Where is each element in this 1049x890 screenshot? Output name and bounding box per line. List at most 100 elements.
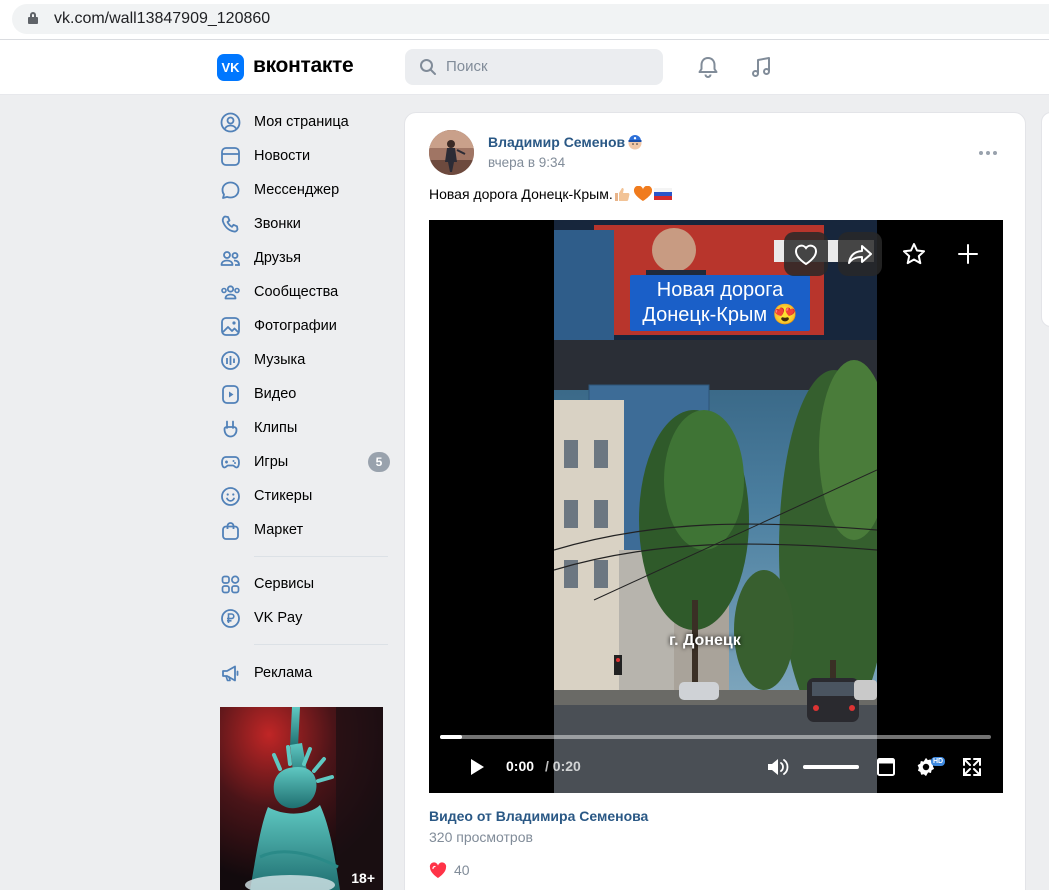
sidebar-item-services[interactable]: Сервисы <box>218 569 390 599</box>
author-avatar[interactable] <box>429 130 474 175</box>
url-text[interactable]: vk.com/wall13847909_120860 <box>54 10 270 28</box>
sidebar-item-communities[interactable]: Сообщества <box>218 277 390 307</box>
sidebar-item-clips[interactable]: Клипы <box>218 413 390 443</box>
video-total-time: / 0:20 <box>545 758 581 774</box>
video-progress-bar[interactable] <box>440 735 991 739</box>
video-icon <box>222 385 239 404</box>
fullscreen-icon[interactable] <box>961 756 983 778</box>
video-title-link[interactable]: Видео от Владимира Семенова <box>429 808 648 824</box>
age-rating-badge: 18+ <box>351 870 375 886</box>
sidebar-item-label: Клипы <box>254 420 298 436</box>
url-field[interactable]: vk.com/wall13847909_120860 <box>12 4 1049 34</box>
sidebar-item-my-page[interactable]: Моя страница <box>218 107 390 137</box>
volume-icon[interactable] <box>765 756 791 778</box>
search-input[interactable]: Поиск <box>405 49 663 85</box>
logo-text[interactable]: вконтакте <box>253 54 354 78</box>
sidebar-item-label: Новости <box>254 148 311 164</box>
favorite-video-button[interactable] <box>892 232 936 276</box>
captain-badge-icon <box>628 135 642 150</box>
sidebar-item-music[interactable]: Музыка <box>218 345 390 375</box>
plus-icon <box>958 244 978 264</box>
like-heart-icon[interactable] <box>429 862 447 879</box>
sidebar-item-label: Реклама <box>254 665 313 681</box>
shopping-bag-icon <box>222 522 239 540</box>
russia-flag-emoji-icon <box>653 188 672 200</box>
communities-icon <box>221 285 240 300</box>
sidebar-divider <box>254 644 388 645</box>
services-grid-icon <box>221 575 240 594</box>
megaphone-icon <box>222 665 239 682</box>
sidebar-item-messenger[interactable]: Мессенджер <box>218 175 390 205</box>
bell-icon[interactable] <box>695 54 721 80</box>
play-icon[interactable] <box>467 756 487 778</box>
sidebar-item-label: VK Pay <box>254 610 303 626</box>
video-caption-overlay: Новая дорога Донецк-Крым 😍 <box>630 275 810 331</box>
sidebar-item-label: Фотографии <box>254 318 337 334</box>
volume-slider-fill <box>803 765 859 769</box>
more-options-icon[interactable] <box>976 143 1000 163</box>
sidebar-item-friends[interactable]: Друзья <box>218 243 390 273</box>
statue-of-liberty-ad-image <box>220 707 383 890</box>
vk-pay-icon <box>221 609 240 628</box>
video-frame[interactable]: Новая дорога Донецк-Крым 😍 г. Донецк <box>554 220 877 793</box>
phone-icon <box>221 215 239 233</box>
video-player[interactable]: Новая дорога Донецк-Крым 😍 г. Донецк 0:0… <box>429 220 1003 793</box>
vk-logo-icon[interactable]: VK <box>217 54 244 81</box>
sidebar-item-stickers[interactable]: Стикеры <box>218 481 390 511</box>
video-view-count: 320 просмотров <box>429 829 533 845</box>
avatar-image <box>429 130 474 175</box>
post-timestamp[interactable]: вчера в 9:34 <box>488 155 565 170</box>
sidebar-item-photos[interactable]: Фотографии <box>218 311 390 341</box>
sidebar-item-label: Звонки <box>254 216 301 232</box>
sidebar-item-label: Сервисы <box>254 576 315 592</box>
sidebar-item-calls[interactable]: Звонки <box>218 209 390 239</box>
sidebar-item-market[interactable]: Маркет <box>218 515 390 545</box>
user-circle-icon <box>220 112 241 133</box>
lock-icon[interactable] <box>28 12 38 24</box>
sidebar-divider <box>254 556 388 557</box>
smile-icon <box>221 487 240 506</box>
sidebar-item-ads[interactable]: Реклама <box>218 658 390 688</box>
star-outline-icon <box>903 243 925 265</box>
video-caption-line2: Донецк-Крым 😍 <box>642 304 798 326</box>
photo-icon <box>221 317 240 336</box>
sidebar-item-label: Друзья <box>254 250 302 266</box>
sidebar-item-news[interactable]: Новости <box>218 141 390 171</box>
sidebar-item-label: Игры <box>254 454 289 470</box>
share-video-button[interactable] <box>838 232 882 276</box>
sidebar-item-games[interactable]: Игры 5 <box>218 447 390 477</box>
message-bubble-icon <box>221 181 240 199</box>
thumbs-up-emoji-icon <box>614 188 630 201</box>
mini-player-icon[interactable] <box>875 756 897 778</box>
music-note-icon[interactable] <box>748 54 774 80</box>
like-count[interactable]: 40 <box>454 862 470 878</box>
sidebar-item-label: Видео <box>254 386 297 402</box>
video-progress-fill <box>440 735 463 739</box>
heart-outline-icon <box>795 244 817 266</box>
newsfeed-icon <box>221 147 240 166</box>
hd-quality-badge: HD <box>931 757 946 766</box>
clips-icon <box>223 420 238 438</box>
orange-heart-emoji-icon <box>633 186 652 201</box>
search-icon <box>420 59 436 75</box>
sidebar-item-label: Мессенджер <box>254 182 340 198</box>
music-icon <box>221 351 240 370</box>
search-placeholder: Поиск <box>446 58 488 75</box>
sidebar-ad-banner[interactable]: 18+ <box>220 707 383 890</box>
friends-icon <box>220 251 240 266</box>
video-caption-line1: Новая дорога <box>656 279 784 301</box>
sidebar-item-label: Маркет <box>254 522 304 538</box>
post-text: Новая дорога Донецк-Крым. <box>429 186 673 202</box>
post-author-name[interactable]: Владимир Семенов <box>488 134 625 150</box>
notification-badge: 5 <box>368 452 390 472</box>
sidebar-item-label: Моя страница <box>254 114 349 130</box>
post-card: Владимир Семенов вчера в 9:34 Новая доро… <box>404 112 1026 890</box>
gamepad-icon <box>221 456 240 469</box>
top-header: VK вконтакте Поиск <box>0 40 1049 95</box>
sidebar-item-label: Сообщества <box>254 284 339 300</box>
sidebar-item-video[interactable]: Видео <box>218 379 390 409</box>
like-video-button[interactable] <box>784 232 828 276</box>
volume-slider[interactable] <box>803 765 859 769</box>
add-video-button[interactable] <box>946 232 990 276</box>
sidebar-item-vk-pay[interactable]: VK Pay <box>218 603 390 633</box>
